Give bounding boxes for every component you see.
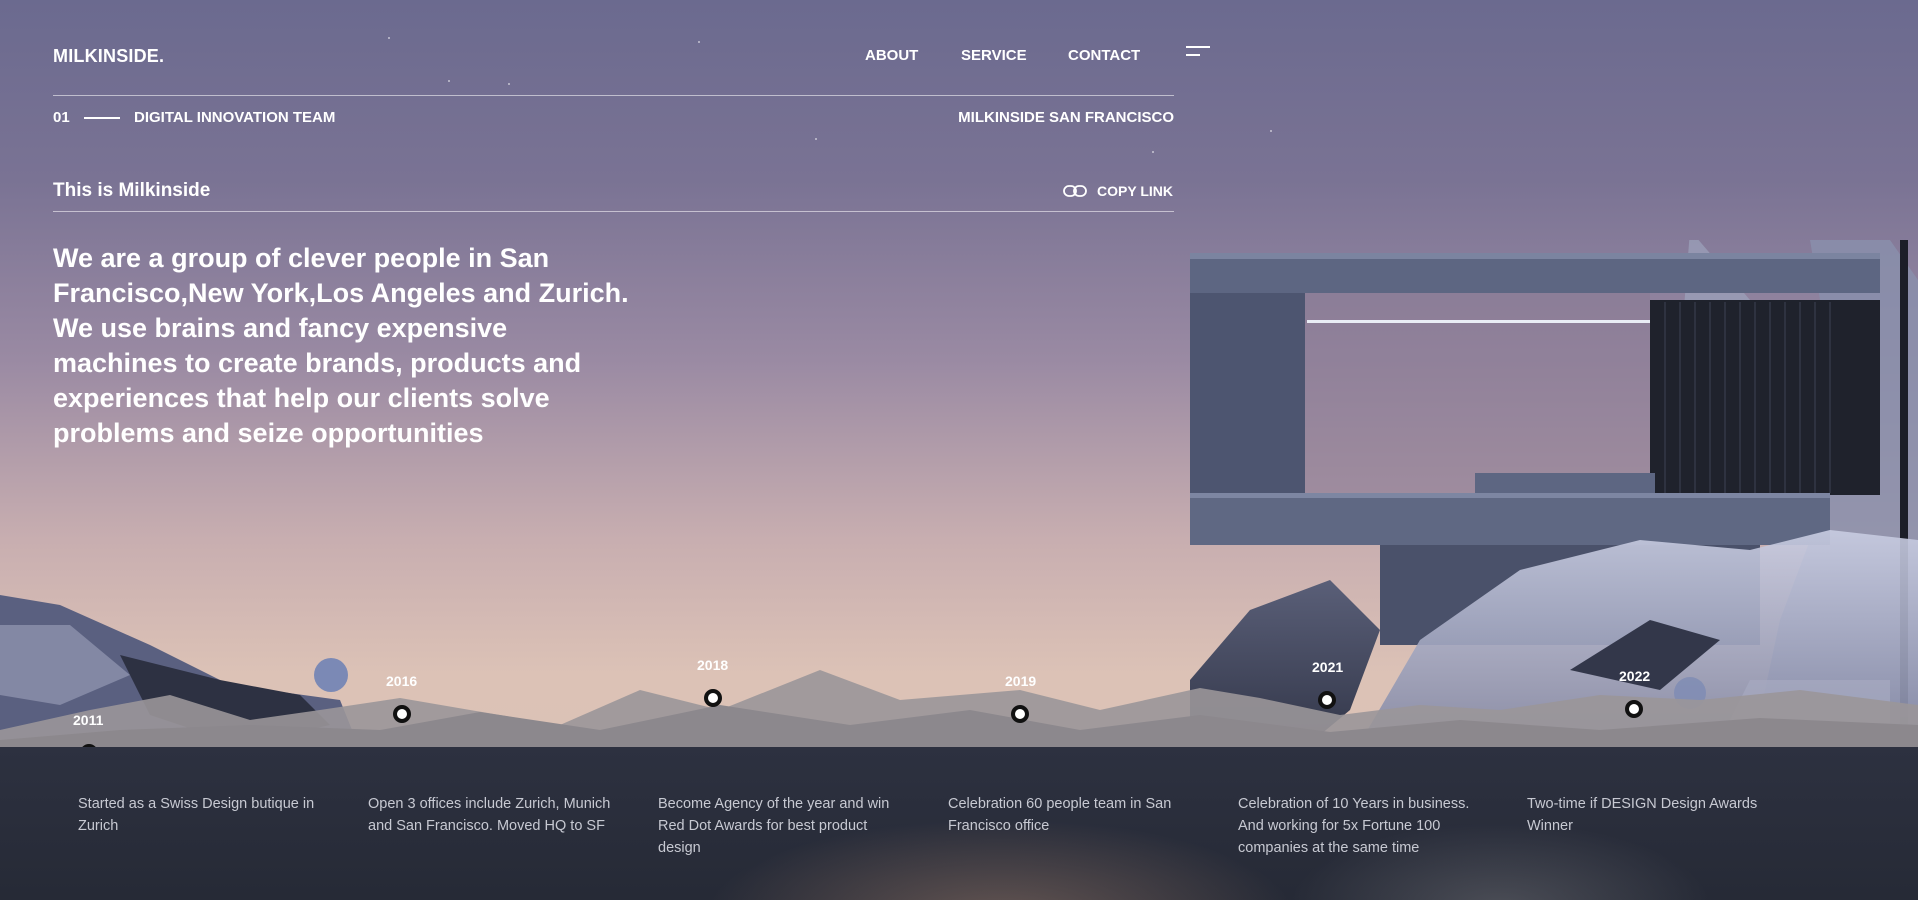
timeline-desc-2016: Open 3 offices include Zurich, Munich an…	[368, 796, 611, 834]
copy-link-button[interactable]: COPY LINK	[1063, 183, 1173, 199]
section-title: This is Milkinside	[53, 180, 211, 201]
brand-logo[interactable]: MILKINSIDE.	[53, 46, 164, 67]
timeline-dot-2022[interactable]	[1625, 700, 1643, 718]
nav-service[interactable]: SERVICE	[961, 47, 1027, 64]
timeline-year-2018: 2018	[697, 657, 729, 673]
timeline-desc-2018: Become Agency of the year and win Red Do…	[658, 796, 890, 856]
menu-icon[interactable]	[1186, 46, 1210, 58]
timeline-year-2021: 2021	[1312, 659, 1344, 675]
timeline-year-2022: 2022	[1619, 668, 1651, 684]
timeline-dot-2016[interactable]	[393, 705, 411, 723]
timeline-dot-2021[interactable]	[1318, 691, 1336, 709]
headline-text: We are a group of clever people in San F…	[53, 243, 629, 448]
title-divider	[53, 211, 1174, 212]
timeline-year-2011: 2011	[73, 712, 104, 728]
timeline-desc-2019: Celebration 60 people team in San Franci…	[948, 796, 1172, 834]
nav-contact[interactable]: CONTACT	[1068, 47, 1140, 64]
index-dash	[84, 117, 120, 119]
timeline-desc-2021: Celebration of 10 Years in business. And…	[1238, 796, 1470, 856]
section-index: 01	[53, 109, 70, 126]
timeline-hills	[0, 670, 1918, 750]
timeline-desc-2022: Two-time if DESIGN Design Awards Winner	[1527, 796, 1758, 834]
timeline-dot-2019[interactable]	[1011, 705, 1029, 723]
header-divider	[53, 95, 1174, 96]
timeline-year-2016: 2016	[386, 673, 418, 689]
timeline-desc-2011: Started as a Swiss Design butique in Zur…	[78, 796, 315, 834]
link-icon	[1063, 185, 1087, 197]
timeline-dot-2018[interactable]	[704, 689, 722, 707]
location-label: MILKINSIDE SAN FRANCISCO	[958, 109, 1174, 126]
nav-about[interactable]: ABOUT	[865, 47, 918, 64]
timeline-year-2019: 2019	[1005, 673, 1037, 689]
copy-link-label: COPY LINK	[1097, 183, 1173, 199]
team-label: DIGITAL INNOVATION TEAM	[134, 109, 336, 126]
